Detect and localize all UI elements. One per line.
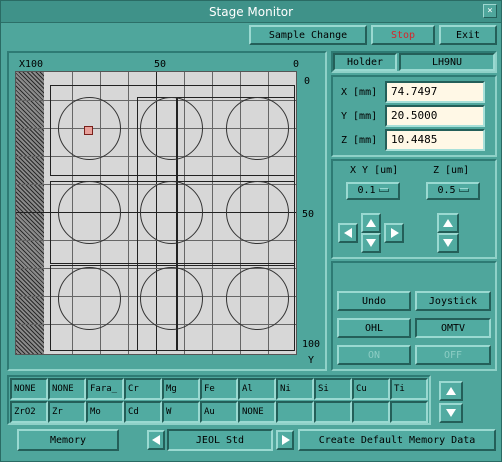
- sample-holder-8[interactable]: [140, 267, 203, 330]
- sample-holder-2[interactable]: [140, 97, 203, 160]
- arrow-down-icon: [446, 409, 456, 417]
- stage-edge-hatch: [16, 72, 44, 354]
- material-cell[interactable]: Ni: [276, 378, 314, 400]
- xy-step-label: X Y [um]: [350, 165, 399, 176]
- joystick-button[interactable]: Joystick: [415, 291, 491, 311]
- sample-holder-7[interactable]: [58, 267, 121, 330]
- material-cell[interactable]: Ti: [390, 378, 428, 400]
- ohl-button[interactable]: OHL: [337, 318, 411, 338]
- arrow-down-icon: [366, 239, 376, 247]
- z-down-button[interactable]: [437, 233, 459, 253]
- material-cell[interactable]: ZrO2: [10, 401, 48, 423]
- material-cell[interactable]: [276, 401, 314, 423]
- preset-selector[interactable]: JEOL Std: [167, 429, 273, 451]
- material-cell[interactable]: Fara_: [86, 378, 124, 400]
- axis-label-y0: 0: [304, 76, 311, 87]
- arrow-up-icon: [366, 219, 376, 227]
- x-coordinate-field[interactable]: 74.7497: [385, 81, 485, 103]
- material-cell[interactable]: NONE: [238, 401, 276, 423]
- material-cell[interactable]: Zr: [48, 401, 86, 423]
- undo-button[interactable]: Undo: [337, 291, 411, 311]
- sample-holder-5[interactable]: [140, 181, 203, 244]
- xy-step-value: 0.1: [357, 185, 376, 196]
- preset-next-button[interactable]: [276, 430, 294, 450]
- material-cell[interactable]: [352, 401, 390, 423]
- move-right-button[interactable]: [384, 223, 404, 243]
- arrow-right-icon: [282, 435, 290, 445]
- omtv-button[interactable]: OMTV: [415, 318, 491, 338]
- position-marker[interactable]: [84, 126, 93, 135]
- material-cell[interactable]: Cu: [352, 378, 390, 400]
- axis-label-y: Y: [308, 355, 315, 366]
- material-cell[interactable]: W: [162, 401, 200, 423]
- stage-monitor-window: Stage Monitor × Sample Change Stop Exit …: [0, 0, 502, 462]
- create-default-memory-button[interactable]: Create Default Memory Data: [298, 429, 496, 451]
- dropdown-indicator-icon: [458, 188, 469, 192]
- on-button[interactable]: ON: [337, 345, 411, 365]
- axis-label-x100: X100: [19, 59, 44, 70]
- axis-label-x0: 0: [293, 59, 300, 70]
- z-coordinate-field[interactable]: 10.4485: [385, 129, 485, 151]
- material-cell[interactable]: NONE: [48, 378, 86, 400]
- material-cell[interactable]: Al: [238, 378, 276, 400]
- sample-change-button[interactable]: Sample Change: [249, 25, 367, 45]
- exit-button[interactable]: Exit: [439, 25, 497, 45]
- xy-step-dropdown[interactable]: 0.1: [346, 182, 400, 200]
- material-cell[interactable]: NONE: [10, 378, 48, 400]
- sample-holder-6[interactable]: [226, 181, 289, 244]
- close-icon[interactable]: ×: [483, 4, 497, 18]
- off-button[interactable]: OFF: [415, 345, 491, 365]
- z-step-value: 0.5: [437, 185, 456, 196]
- move-up-button[interactable]: [361, 213, 381, 233]
- z-step-dropdown[interactable]: 0.5: [426, 182, 480, 200]
- title-bar[interactable]: Stage Monitor: [1, 1, 501, 23]
- arrow-down-icon: [443, 239, 453, 247]
- arrow-up-icon: [446, 387, 456, 395]
- material-cell[interactable]: Fe: [200, 378, 238, 400]
- stop-button[interactable]: Stop: [371, 25, 435, 45]
- z-label: Z [mm]: [341, 135, 378, 146]
- x-label: X [mm]: [341, 87, 378, 98]
- materials-scroll-up-button[interactable]: [439, 381, 463, 401]
- axis-label-y50: 50: [302, 209, 315, 220]
- holder-value: LH9NU: [399, 53, 495, 71]
- material-cell[interactable]: [314, 401, 352, 423]
- material-cell[interactable]: [390, 401, 428, 423]
- arrow-left-icon: [152, 435, 160, 445]
- arrow-left-icon: [344, 228, 352, 238]
- z-step-label: Z [um]: [433, 165, 470, 176]
- sample-holder-3[interactable]: [226, 97, 289, 160]
- window-title: Stage Monitor: [208, 5, 294, 19]
- holder-label: Holder: [333, 53, 397, 71]
- material-cell[interactable]: Au: [200, 401, 238, 423]
- material-cell[interactable]: Cr: [124, 378, 162, 400]
- axis-label-x50: 50: [154, 59, 167, 70]
- z-up-button[interactable]: [437, 213, 459, 233]
- materials-scroll-down-button[interactable]: [439, 403, 463, 423]
- material-cell[interactable]: Cd: [124, 401, 162, 423]
- dropdown-indicator-icon: [378, 188, 389, 192]
- material-cell[interactable]: Mg: [162, 378, 200, 400]
- memory-button[interactable]: Memory: [17, 429, 119, 451]
- y-label: Y [mm]: [341, 111, 378, 122]
- move-down-button[interactable]: [361, 233, 381, 253]
- material-cell[interactable]: Si: [314, 378, 352, 400]
- preset-prev-button[interactable]: [147, 430, 165, 450]
- sample-holder-9[interactable]: [226, 267, 289, 330]
- arrow-up-icon: [443, 219, 453, 227]
- move-left-button[interactable]: [338, 223, 358, 243]
- y-coordinate-field[interactable]: 20.5000: [385, 105, 485, 127]
- axis-label-y100: 100: [302, 339, 321, 350]
- arrow-right-icon: [391, 228, 399, 238]
- material-cell[interactable]: Mo: [86, 401, 124, 423]
- sample-holder-4[interactable]: [58, 181, 121, 244]
